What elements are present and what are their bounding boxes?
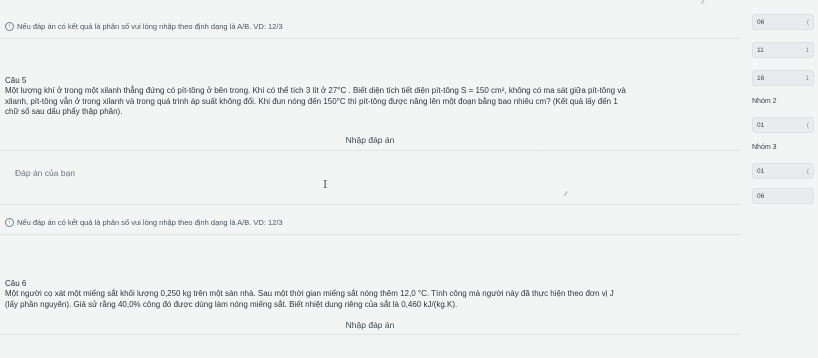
resize-handle-icon[interactable]: ⁄⁄ [565,192,567,198]
nav-chip[interactable]: 11 1 [752,42,814,58]
status-icon: 1 [805,75,809,82]
dot: · [540,142,542,148]
format-note-top: i Nếu đáp án có kết quả là phân số vui l… [5,22,283,31]
question-5-line-3: chữ số sau dấu phẩy thập phân). [5,107,123,116]
chip-label: 11 [757,47,764,54]
divider [0,234,740,235]
nav-chip[interactable]: 16 1 [752,70,814,86]
group-label: Nhóm 3 [752,144,777,151]
question-5-text: Một lượng khí ở trong một xilanh thẳng đ… [5,86,745,118]
divider [0,204,740,205]
enter-answer-button-q6[interactable]: Nhập đáp án [320,320,420,330]
status-icon: ( [806,122,809,129]
info-icon: i [5,22,14,31]
question-5-line-1: Một lượng khí ở trong một xilanh thẳng đ… [5,86,626,95]
divider [0,334,740,335]
format-note-bottom: i Nếu đáp án có kết quả là phân số vui l… [5,218,283,227]
group-label: Nhóm 2 [752,98,777,105]
chip-label: 06 [757,19,765,26]
status-icon: ( [806,19,809,26]
nav-chip[interactable]: 01 ( [752,163,814,179]
question-5-title: Câu 5 [5,76,27,85]
resize-handle-icon[interactable]: ⁄⁄ [702,0,704,6]
enter-answer-button-q5[interactable]: Nhập đáp án [320,135,420,145]
question-6-line-2: (lấy phần nguyên). Giả sử rằng 40,0% côn… [5,299,458,309]
nav-chip[interactable]: 06 ( [752,14,814,30]
nav-chip[interactable]: 01 ( [752,117,814,133]
status-icon: ( [806,168,809,175]
nav-chip[interactable]: 06 [752,188,814,204]
chip-label: 16 [757,75,765,82]
chip-label: 01 [757,122,765,129]
text-cursor-icon: I [323,178,328,191]
format-note-text: Nếu đáp án có kết quả là phân số vui lòn… [17,218,283,227]
answer-input-q5[interactable]: Đáp án của bạn I ⁄⁄ [5,158,740,202]
question-6-title: Câu 6 [5,279,27,288]
info-icon: i [5,218,14,227]
format-note-text: Nếu đáp án có kết quả là phân số vui lòn… [17,22,283,31]
divider [0,38,740,39]
question-6-text: Một người cọ xát một miếng sắt khối lượn… [5,289,745,310]
answer-label: Đáp án của bạn [15,168,76,178]
chip-label: 06 [757,193,765,200]
chip-label: 01 [757,168,765,175]
question-5-line-2: xilanh, pít-tông vẫn ở trong xilanh và t… [5,96,618,106]
question-navigator: 06( 11 1 16 1 Nhóm 2 01( Nhóm 3 01( 06 [748,0,818,358]
status-icon: 1 [805,47,809,54]
question-6-line-1: Một người cọ xát một miếng sắt khối lượn… [5,289,614,298]
divider [0,150,740,151]
